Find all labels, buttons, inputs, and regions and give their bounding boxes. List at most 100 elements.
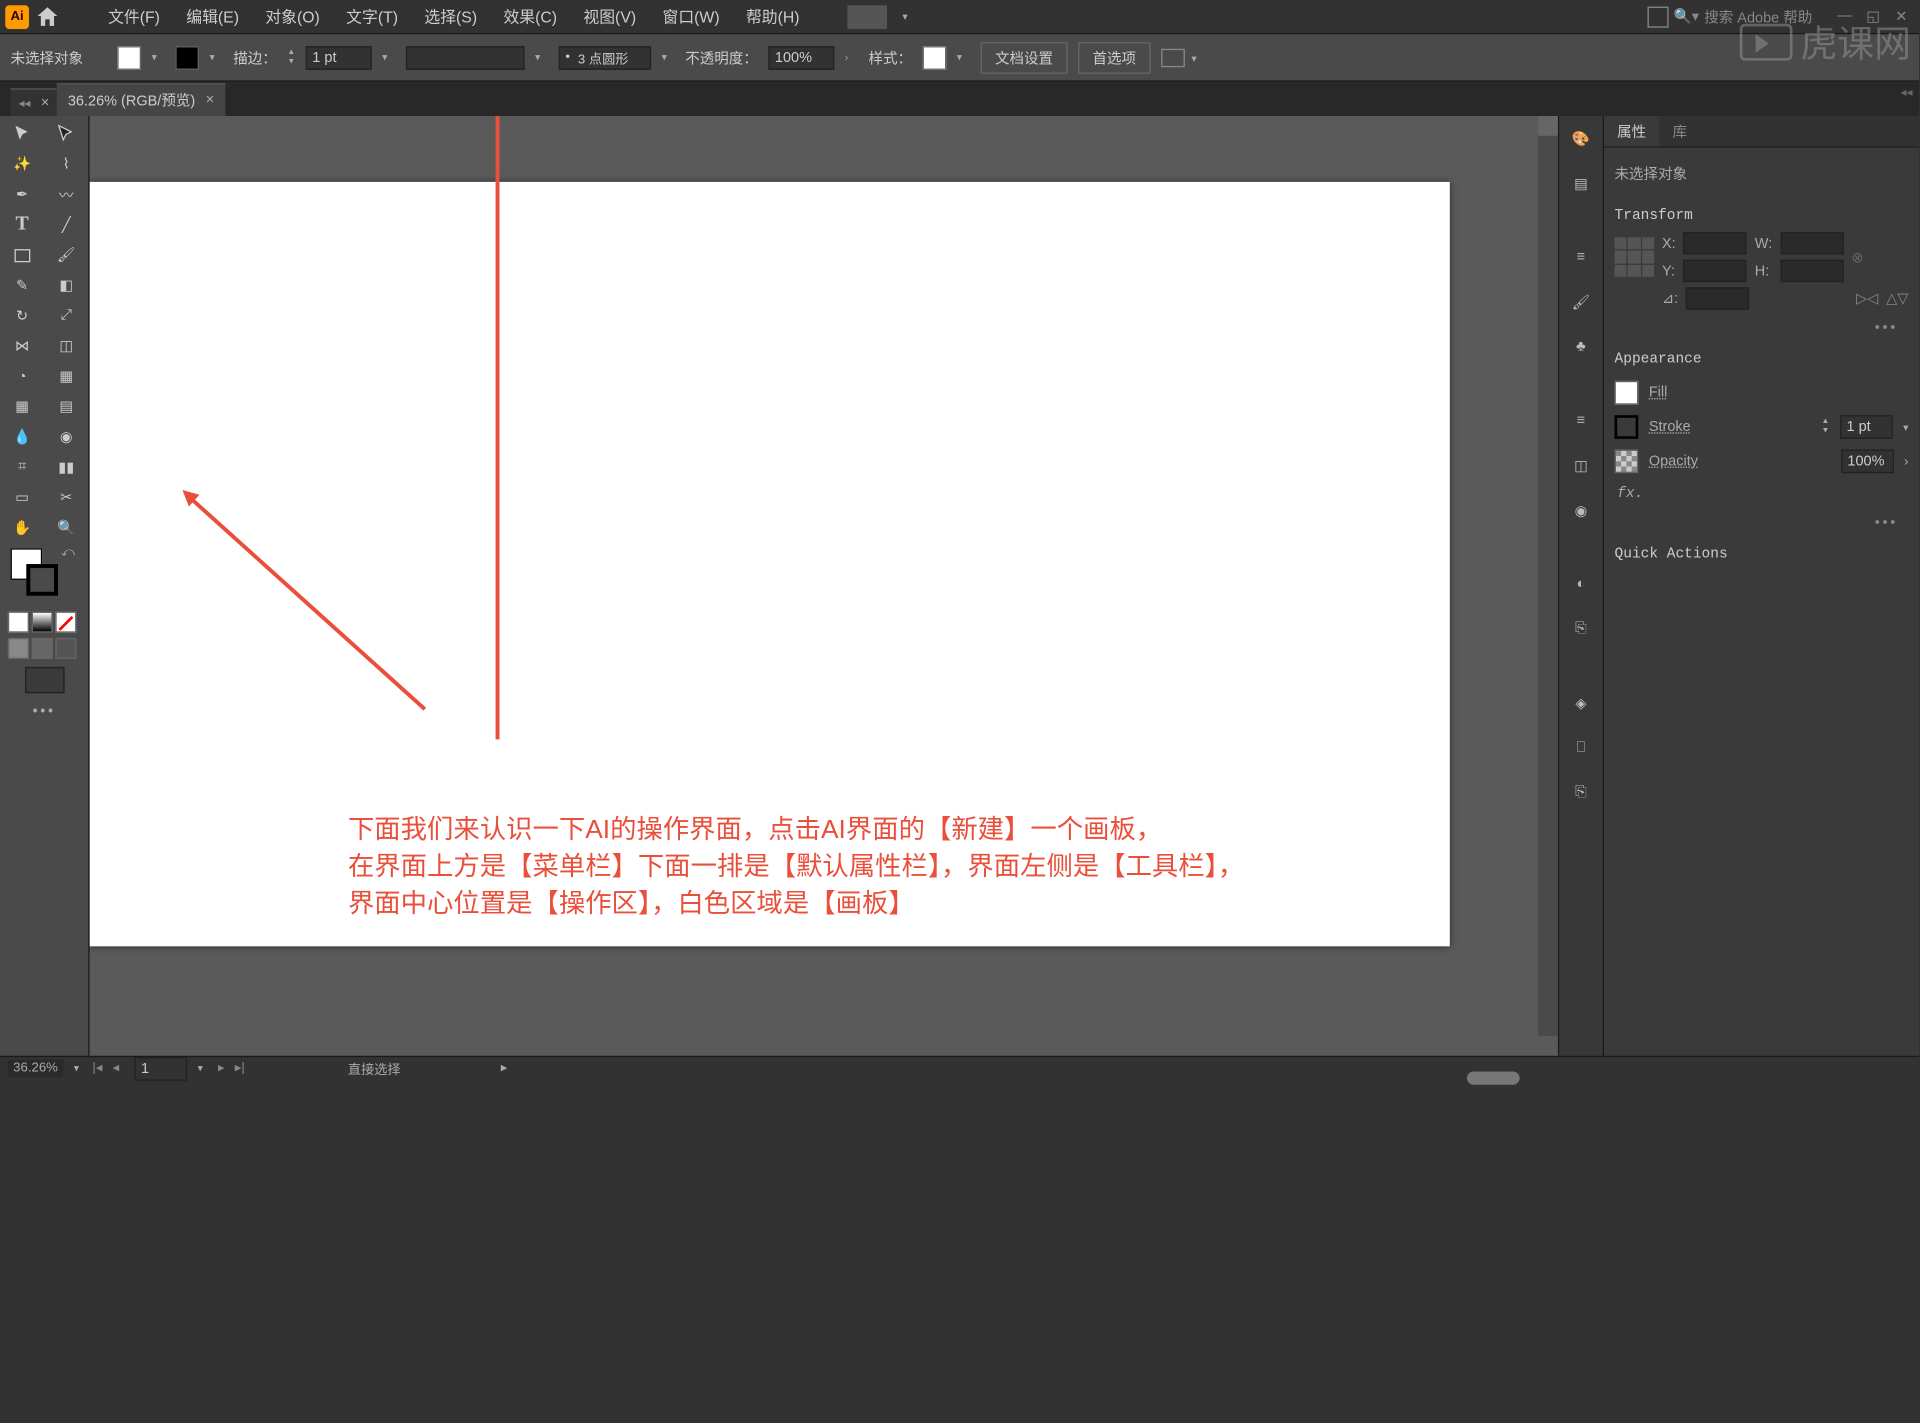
eyedropper-tool-icon[interactable]: 💧 (0, 422, 44, 452)
menu-select[interactable]: 选择(S) (414, 0, 488, 33)
w-input[interactable] (1780, 232, 1843, 254)
scale-tool-icon[interactable]: ⤢ (44, 301, 88, 331)
free-transform-tool-icon[interactable]: ◫ (44, 331, 88, 361)
menu-help[interactable]: 帮助(H) (735, 0, 810, 33)
align-panel-icon[interactable]: ≡ (1566, 406, 1595, 435)
symbols-panel-icon[interactable]: ♣ (1566, 332, 1595, 361)
chevron-down-icon[interactable]: ▾ (198, 1062, 203, 1074)
scrollbar-vertical[interactable] (1538, 116, 1558, 1036)
none-mode-icon[interactable] (55, 612, 76, 633)
maximize-icon[interactable]: ◱ (1866, 7, 1884, 25)
magic-wand-tool-icon[interactable]: ✨ (0, 149, 44, 179)
stroke-weight-input[interactable] (306, 45, 372, 69)
symbol-sprayer-tool-icon[interactable]: ⌗ (0, 452, 44, 482)
next-artboard-icon[interactable]: ▸ (213, 1061, 229, 1075)
last-artboard-icon[interactable]: ▸| (232, 1061, 248, 1075)
preferences-button[interactable]: 首选项 (1078, 42, 1150, 74)
close-icon[interactable]: ✕ (1895, 7, 1913, 25)
search-box[interactable]: 🔍▾ 搜索 Adobe 帮助 (1674, 6, 1813, 27)
edit-toolbar-icon[interactable]: ••• (0, 699, 88, 725)
status-play-icon[interactable]: ▸ (501, 1061, 508, 1075)
zoom-tool-icon[interactable]: 🔍 (44, 513, 88, 543)
zoom-level[interactable]: 36.26% (8, 1060, 63, 1077)
direct-selection-tool-icon[interactable] (44, 119, 88, 149)
rectangle-tool-icon[interactable] (0, 240, 44, 270)
first-artboard-icon[interactable]: |◂ (90, 1061, 106, 1075)
menu-effect[interactable]: 效果(C) (493, 0, 568, 33)
swap-colors-icon[interactable]: ⤺ (61, 546, 75, 560)
type-tool-icon[interactable]: T (0, 210, 44, 240)
artboard-tool-icon[interactable]: ▭ (0, 482, 44, 512)
fx-button[interactable]: fx. (1615, 478, 1909, 510)
chevron-right-icon[interactable]: › (845, 51, 858, 63)
workspace-switcher[interactable] (847, 5, 887, 29)
lasso-tool-icon[interactable]: ⌇ (44, 149, 88, 179)
chevron-down-icon[interactable]: ▾ (382, 51, 395, 63)
transform-panel-icon[interactable]: ◫ (1566, 451, 1595, 480)
artboard-number-input[interactable] (134, 1056, 187, 1080)
fill-swatch[interactable] (117, 45, 141, 69)
prev-artboard-icon[interactable]: ◂ (108, 1061, 124, 1075)
appearance-panel-icon[interactable]: ◉ (1566, 496, 1595, 525)
document-setup-button[interactable]: 文档设置 (981, 42, 1068, 74)
menu-window[interactable]: 窗口(W) (652, 0, 730, 33)
align-icon[interactable]: ▾ (1161, 48, 1185, 66)
rotate-tool-icon[interactable]: ↻ (0, 301, 44, 331)
style-swatch[interactable] (923, 45, 947, 69)
screen-mode-icon[interactable] (24, 667, 64, 693)
menu-edit[interactable]: 编辑(E) (176, 0, 250, 33)
scrollbar-horizontal[interactable] (1467, 1071, 1520, 1084)
color-mode-icon[interactable] (8, 612, 29, 633)
tab-properties[interactable]: 属性 (1604, 116, 1659, 146)
draw-normal-icon[interactable] (8, 638, 29, 659)
document-tab[interactable]: 36.26% (RGB/预览) × (57, 83, 224, 116)
asset-export-panel-icon[interactable]: ⎘ (1566, 614, 1595, 643)
x-input[interactable] (1684, 232, 1747, 254)
pen-tool-icon[interactable]: ✒ (0, 179, 44, 209)
link-wh-icon[interactable]: ⊗ (1851, 248, 1863, 265)
draw-behind-icon[interactable] (32, 638, 53, 659)
mesh-tool-icon[interactable]: ▦ (0, 391, 44, 421)
paintbrush-tool-icon[interactable]: 🖌 (44, 240, 88, 270)
draw-inside-icon[interactable] (55, 638, 76, 659)
chevron-down-icon[interactable]: ▾ (1903, 421, 1908, 433)
chevron-down-icon[interactable]: ▾ (662, 51, 675, 63)
curvature-tool-icon[interactable]: 〰 (44, 179, 88, 209)
shape-builder-tool-icon[interactable]: ◔ (0, 361, 44, 391)
selection-tool-icon[interactable] (0, 119, 44, 149)
chevron-down-icon[interactable]: ▾ (152, 51, 165, 63)
chevron-down-icon[interactable]: ▾ (957, 51, 970, 63)
opacity-input[interactable] (768, 45, 834, 69)
stroke-panel-icon[interactable]: ≡ (1566, 243, 1595, 272)
menu-type[interactable]: 文字(T) (336, 0, 409, 33)
opacity-input[interactable] (1841, 449, 1894, 473)
chevron-down-icon[interactable]: ▾ (535, 51, 548, 63)
home-icon[interactable] (34, 3, 60, 29)
blend-tool-icon[interactable]: ◉ (44, 422, 88, 452)
swatches-panel-icon[interactable]: ▤ (1566, 169, 1595, 198)
flip-h-icon[interactable]: ▷◁ (1856, 290, 1878, 307)
canvas-workspace[interactable]: 下面我们来认识一下AI的操作界面，点击AI界面的【新建】一个画板， 在界面上方是… (90, 116, 1558, 1056)
more-options-icon[interactable]: ••• (1615, 510, 1909, 536)
layers-panel-icon[interactable]: ◈ (1566, 688, 1595, 717)
close-icon[interactable]: × (41, 95, 49, 111)
stroke-color-box[interactable] (26, 564, 58, 596)
tab-collapse[interactable]: ◂◂ × (11, 88, 58, 116)
width-tool-icon[interactable]: ⋈ (0, 331, 44, 361)
perspective-grid-tool-icon[interactable]: ▦ (44, 361, 88, 391)
collapse-panels-icon[interactable]: ◂◂ (1900, 86, 1912, 100)
slice-tool-icon[interactable]: ✂ (44, 482, 88, 512)
shaper-tool-icon[interactable]: ✎ (0, 270, 44, 300)
chevron-right-icon[interactable]: › (1904, 454, 1908, 468)
stroke-swatch[interactable] (175, 45, 199, 69)
line-tool-icon[interactable]: ╱ (44, 210, 88, 240)
column-graph-tool-icon[interactable]: ▮▮ (44, 452, 88, 482)
h-input[interactable] (1780, 260, 1843, 282)
brushes-panel-icon[interactable]: 🖌 (1566, 287, 1595, 316)
y-input[interactable] (1684, 260, 1747, 282)
flip-v-icon[interactable]: △▽ (1886, 290, 1908, 307)
brush-definition[interactable]: • 3 点圆形 (559, 45, 651, 69)
eraser-tool-icon[interactable]: ◧ (44, 270, 88, 300)
artboards-panel-icon[interactable]: ⎕ (1566, 733, 1595, 762)
close-icon[interactable]: × (206, 92, 214, 108)
